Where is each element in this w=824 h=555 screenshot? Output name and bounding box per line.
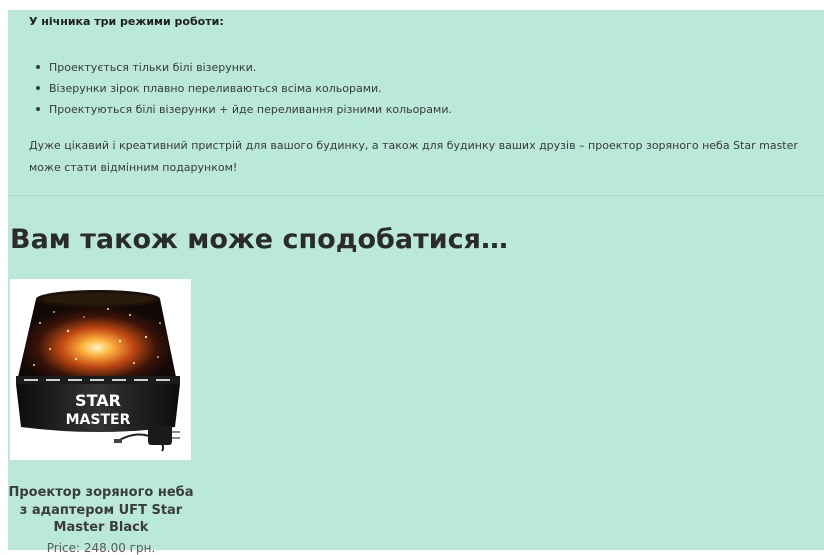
product-image-text-line1: STAR <box>75 391 121 410</box>
description-paragraph: Дуже цікавий і креативний пристрій для в… <box>29 139 798 174</box>
bullet-icon <box>36 86 40 90</box>
bullet-icon <box>36 65 40 69</box>
modes-list: Проектується тільки білі візерунки. Візе… <box>36 57 452 120</box>
list-item-text: Проектуються білі візерунки + йде перели… <box>49 103 452 116</box>
list-item: Проектується тільки білі візерунки. <box>36 57 452 78</box>
product-image-link[interactable]: STAR MASTER <box>10 279 191 460</box>
product-description: У нічника три режими роботи: Проектуєтьс… <box>8 10 824 196</box>
list-item: Візерунки зірок плавно переливаються всі… <box>36 78 452 99</box>
product-price: Price: 248.00 грн. <box>46 541 156 555</box>
bullet-icon <box>36 107 40 111</box>
product-image: STAR MASTER <box>10 279 191 460</box>
list-item: Проектуються білі візерунки + йде перели… <box>36 99 452 120</box>
modes-title: У нічника три режими роботи: <box>29 15 224 28</box>
list-item-text: Проектується тільки білі візерунки. <box>49 61 257 74</box>
product-title-link[interactable]: Проектор зоряного неба з адаптером UFT S… <box>8 484 194 537</box>
product-image-text-line2: MASTER <box>66 412 131 428</box>
related-products-heading: Вам також може сподобатися… <box>10 224 509 255</box>
list-item-text: Візерунки зірок плавно переливаються всі… <box>49 82 382 95</box>
product-page: У нічника три режими роботи: Проектуєтьс… <box>8 10 824 555</box>
